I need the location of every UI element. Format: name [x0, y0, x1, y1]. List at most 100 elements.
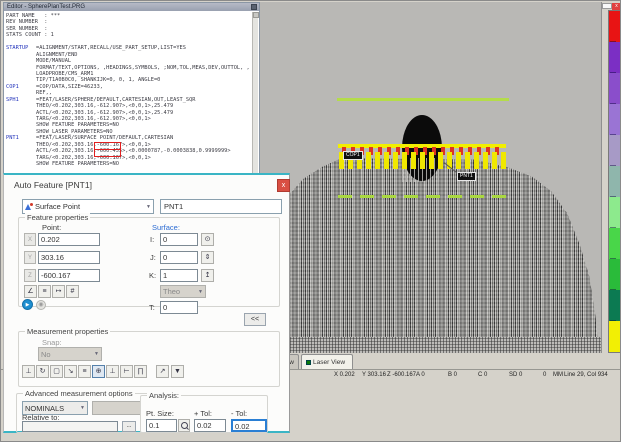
k-value-input[interactable]: 1 [160, 269, 198, 282]
minus-tol-label: - Tol: [231, 409, 247, 418]
status-field: A 0 [416, 372, 425, 378]
measurement-icon-toolbar: ⊥↻▢↘≡⊕⊥⊢∏ [22, 365, 147, 378]
edit-window-scrollbar[interactable] [252, 12, 258, 175]
dialog-title: Auto Feature [PNT1] [14, 180, 92, 190]
probe-icon[interactable]: ⊥ [22, 365, 35, 378]
i-label: I: [150, 235, 154, 244]
measurement-icon-toolbar-2: ↗▼ [156, 365, 184, 378]
depth-icon[interactable]: ↥ [201, 269, 214, 282]
auto-feature-dialog: Auto Feature [PNT1] x Surface Point ▼ PN… [3, 173, 290, 433]
actl-z-highlight [94, 149, 121, 157]
z-value-input[interactable]: -600.167 [38, 269, 100, 282]
chevron-down-icon: ▼ [146, 204, 151, 210]
color-scale-segment [609, 104, 620, 135]
status-field: MM [553, 372, 563, 378]
dialog-close-icon[interactable]: x [277, 179, 290, 192]
program-code[interactable]: PART NAME : ***REV NUMBER :SER NUMBER :S… [4, 11, 259, 168]
status-field: C 0 [478, 372, 487, 378]
minus-tol-input[interactable]: 0.02 [231, 419, 267, 432]
color-scale-segment [609, 228, 620, 259]
plus-tol-label: + Tol: [194, 409, 212, 418]
find-icon[interactable]: ≡ [38, 285, 51, 298]
columns-icon[interactable]: ∏ [134, 365, 147, 378]
status-field: B 0 [448, 372, 457, 378]
pt-size-label: Pt. Size: [146, 409, 174, 418]
application-window: COP1 PNT1 x View Laser View X 0.202Y 303… [0, 0, 621, 442]
feature-name-input[interactable]: PNT1 [160, 199, 282, 214]
point-label: Point: [42, 223, 61, 232]
yellow-scan-points [339, 152, 509, 169]
offset-icon[interactable]: ⊢ [120, 365, 133, 378]
z-axis-button[interactable]: Z [24, 269, 36, 282]
status-field: Z -600.167 [387, 372, 416, 378]
levels-icon[interactable]: ≡ [78, 365, 91, 378]
code-line: SHOW FEATURE PARAMETERS=NO [6, 161, 259, 167]
color-scale-segment [609, 42, 620, 73]
chevron-down-icon: ▼ [94, 351, 99, 357]
status-field: X 0.202 [334, 372, 355, 378]
t-label: T: [149, 303, 155, 312]
point-tool-icons: ∠≡↦# [24, 285, 79, 298]
color-scale-segment [609, 11, 620, 42]
color-scale-segment [609, 135, 620, 166]
j-value-input[interactable]: 0 [160, 251, 198, 264]
scroll-up-icon[interactable] [253, 12, 259, 18]
snap-label: Snap: [42, 338, 62, 347]
relative-to-input[interactable] [22, 421, 118, 432]
surface-link[interactable]: Surface: [152, 223, 180, 232]
pin-depth-icon[interactable]: ⇕ [201, 251, 214, 264]
plus-tol-input[interactable]: 0.02 [194, 419, 226, 432]
y-value-input[interactable]: 303.16 [38, 251, 100, 264]
filter-icon[interactable]: ▼ [171, 365, 184, 378]
reread-icon[interactable]: ◉ [36, 300, 46, 310]
x-axis-button[interactable]: X [24, 233, 36, 246]
t-value-input[interactable]: 0 [160, 301, 198, 314]
x-value-input[interactable]: 0.202 [38, 233, 100, 246]
theo-select[interactable]: Theo ▼ [160, 285, 206, 298]
pnt1-feature-label: PNT1 [457, 172, 476, 181]
edit-window-button[interactable] [251, 4, 257, 10]
scan-path-icon[interactable]: ↗ [156, 365, 169, 378]
browse-button[interactable]: ... [122, 421, 136, 432]
color-scale-segment [609, 73, 620, 104]
magnifier-icon[interactable] [178, 419, 190, 432]
cop1-feature-label: COP1 [343, 151, 363, 160]
laser-view-canvas[interactable]: COP1 PNT1 [259, 2, 602, 353]
measure-now-icon[interactable]: ▶ [22, 299, 33, 310]
chevron-down-icon: ▼ [198, 289, 203, 295]
view-close-icon[interactable]: x [612, 3, 621, 10]
rotate-icon[interactable]: ↻ [36, 365, 49, 378]
snap-select: No ▼ [38, 347, 102, 361]
edit-window[interactable]: Editor - SpherePlanTest.PRG PART NAME : … [3, 2, 260, 175]
surface-normal-icon[interactable]: ⊙ [201, 233, 214, 246]
touch-icon[interactable]: ⊥ [106, 365, 119, 378]
k-label: K: [149, 271, 156, 280]
color-scale-segment [609, 166, 620, 197]
vector-icon[interactable]: ∠ [24, 285, 37, 298]
status-field: SD 0 [509, 372, 522, 378]
grid-icon[interactable]: # [66, 285, 79, 298]
color-scale-segment [609, 197, 620, 228]
pt-size-input[interactable]: 0.1 [146, 419, 177, 432]
scan-green-line [337, 98, 509, 101]
color-scale-header [602, 3, 612, 9]
tab-laser-view[interactable]: Laser View [301, 354, 353, 369]
status-field: Y 303.16 [362, 372, 386, 378]
feature-type-select[interactable]: Surface Point ▼ [22, 199, 154, 214]
surface-point-icon [25, 203, 33, 211]
status-field: Line 29, Col 934 [564, 372, 608, 378]
region-icon[interactable]: ▢ [50, 365, 63, 378]
y-axis-button[interactable]: Y [24, 251, 36, 264]
color-scale-segment [609, 259, 620, 290]
scan-dashed-line [338, 195, 509, 198]
chevron-down-icon: ▼ [80, 405, 85, 411]
laser-view-tab-icon [306, 360, 311, 365]
find-vector-icon[interactable]: ↦ [52, 285, 65, 298]
crosshair-icon[interactable]: ⊕ [92, 365, 105, 378]
color-scale-segment [609, 290, 620, 321]
j-label: J: [150, 253, 156, 262]
path-icon[interactable]: ↘ [64, 365, 77, 378]
deviation-color-scale [608, 10, 621, 353]
i-value-input[interactable]: 0 [160, 233, 198, 246]
collapse-button[interactable]: << [244, 313, 266, 326]
